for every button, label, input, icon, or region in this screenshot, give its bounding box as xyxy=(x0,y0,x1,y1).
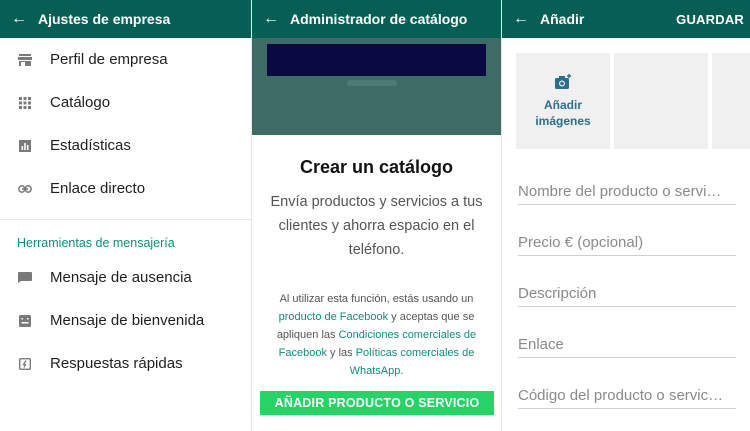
add-product-button[interactable]: AÑADIR PRODUCTO O SERVICIO xyxy=(260,391,494,415)
price-input[interactable] xyxy=(518,230,736,254)
settings-item-greeting-message[interactable]: Mensaje de bienvenida xyxy=(0,299,251,342)
legal-text: Al utilizar esta función, estás usando u… xyxy=(279,293,474,305)
settings-item-statistics[interactable]: Estadísticas xyxy=(0,124,251,167)
settings-item-away-message[interactable]: Mensaje de ausencia xyxy=(0,256,251,299)
settings-list: Perfil de empresa Catálogo Estadísticas … xyxy=(0,38,251,210)
screen-title: Ajustes de empresa xyxy=(38,11,171,27)
greeting-message-icon xyxy=(0,314,50,327)
grid-icon xyxy=(0,96,50,109)
settings-item-label: Perfil de empresa xyxy=(50,51,168,68)
app-bar: ← Ajustes de empresa xyxy=(0,0,251,38)
description-input[interactable] xyxy=(518,281,736,305)
legal-text: . xyxy=(400,365,404,377)
screen-title: Añadir xyxy=(540,11,585,27)
legal-notice: Al utilizar esta función, estás usando u… xyxy=(266,290,487,380)
banner-decoration xyxy=(347,80,397,86)
back-arrow-icon[interactable]: ← xyxy=(252,0,290,38)
product-code-input[interactable] xyxy=(518,383,736,407)
product-name-field xyxy=(518,179,736,205)
add-images-label: Añadir imágenes xyxy=(535,97,590,129)
image-placeholder-tile[interactable] xyxy=(712,53,750,149)
catalog-manager-screen: ← Administrador de catálogo Crear un cat… xyxy=(251,0,501,431)
description-field xyxy=(518,281,736,307)
image-tiles: Añadir imágenes xyxy=(516,53,750,149)
store-icon xyxy=(0,53,50,66)
settings-item-label: Mensaje de bienvenida xyxy=(50,312,205,329)
screen-title: Administrador de catálogo xyxy=(290,11,468,27)
settings-item-quick-replies[interactable]: Respuestas rápidas xyxy=(0,342,251,385)
section-divider xyxy=(0,219,251,220)
add-images-label-line: imágenes xyxy=(535,113,591,128)
bar-chart-icon xyxy=(0,139,50,152)
settings-item-direct-link[interactable]: Enlace directo xyxy=(0,167,251,210)
product-name-input[interactable] xyxy=(518,179,736,203)
app-bar: ← Administrador de catálogo xyxy=(252,0,501,38)
link-field xyxy=(518,332,736,358)
messaging-tools-list: Mensaje de ausencia Mensaje de bienvenid… xyxy=(0,256,251,385)
settings-item-label: Enlace directo xyxy=(50,180,146,197)
back-arrow-icon[interactable]: ← xyxy=(502,0,540,38)
product-code-field xyxy=(518,383,736,409)
link-input[interactable] xyxy=(518,332,736,356)
legal-text: y las xyxy=(326,347,356,359)
facebook-product-link[interactable]: producto de Facebook xyxy=(279,311,388,323)
image-placeholder-tile[interactable] xyxy=(614,53,708,149)
link-icon xyxy=(0,184,50,193)
settings-item-catalog[interactable]: Catálogo xyxy=(0,81,251,124)
add-camera-icon xyxy=(554,73,572,95)
settings-item-label: Estadísticas xyxy=(50,137,131,154)
section-title-messaging-tools: Herramientas de mensajería xyxy=(17,236,175,250)
whatsapp-commerce-policies-link[interactable]: Políticas comerciales de WhatsApp xyxy=(350,347,475,377)
save-button[interactable]: GUARDAR xyxy=(676,0,744,38)
settings-item-business-profile[interactable]: Perfil de empresa xyxy=(0,38,251,81)
add-images-button[interactable]: Añadir imágenes xyxy=(516,53,610,149)
app-bar: ← Añadir GUARDAR xyxy=(502,0,750,38)
settings-item-label: Mensaje de ausencia xyxy=(50,269,192,286)
redacted-block xyxy=(267,44,486,76)
catalog-banner xyxy=(252,38,501,135)
business-settings-screen: ← Ajustes de empresa Perfil de empresa C… xyxy=(0,0,251,431)
settings-item-label: Catálogo xyxy=(50,94,111,111)
quick-reply-icon xyxy=(0,357,50,370)
away-message-icon xyxy=(0,272,50,283)
settings-item-label: Respuestas rápidas xyxy=(50,355,183,372)
add-product-screen: ← Añadir GUARDAR Añadir imágenes xyxy=(501,0,750,431)
back-arrow-icon[interactable]: ← xyxy=(0,0,38,38)
add-images-label-line: Añadir xyxy=(543,97,582,112)
catalog-heading: Crear un catálogo xyxy=(299,157,454,177)
price-field xyxy=(518,230,736,256)
catalog-description: Envía productos y servicios a tus client… xyxy=(270,194,483,258)
